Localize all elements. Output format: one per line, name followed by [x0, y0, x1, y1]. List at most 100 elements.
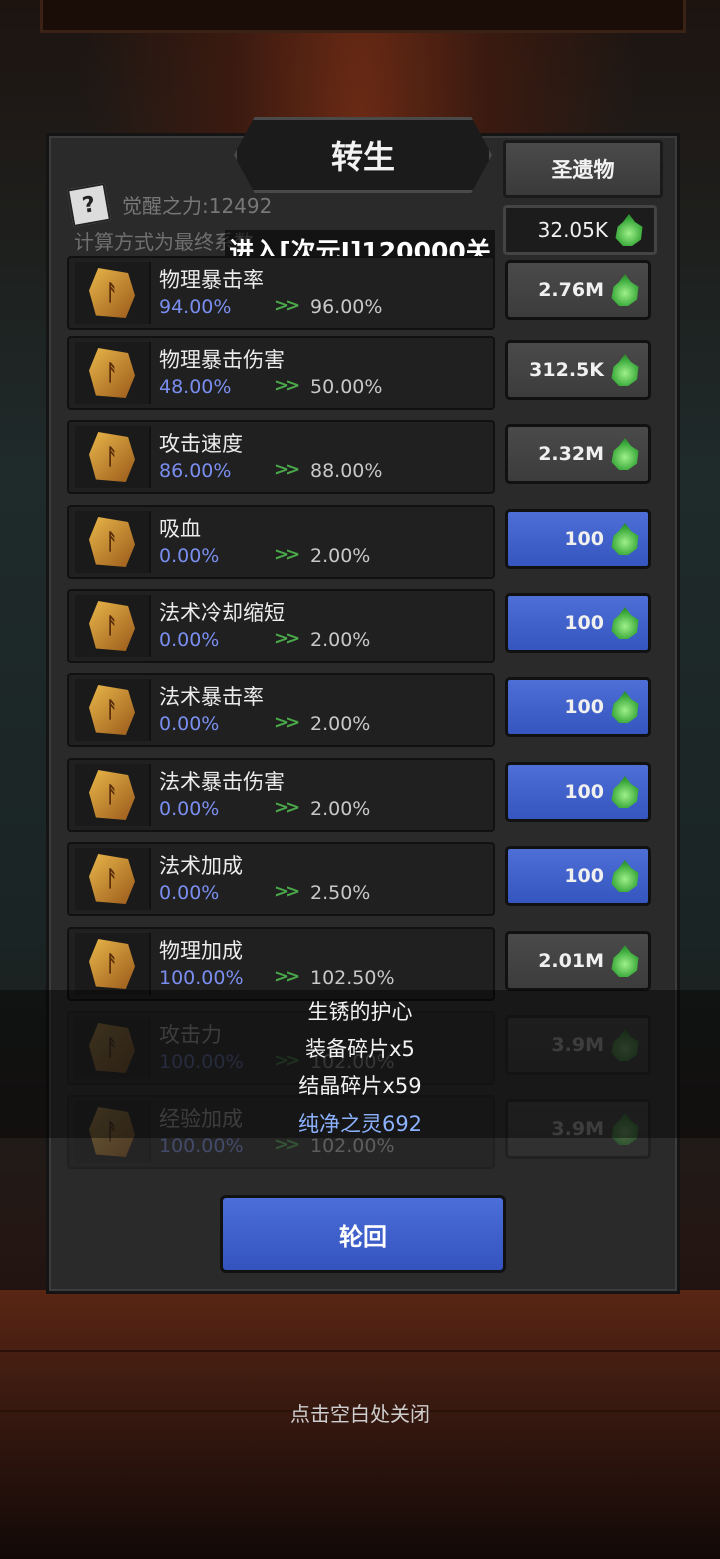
stat-name: 法术暴击率 — [159, 685, 264, 709]
stat-current-value: 94.00% — [159, 296, 232, 318]
stat-name: 物理暴击率 — [159, 268, 264, 292]
rune-icon: ᚨ — [75, 426, 151, 488]
stat-current-value: 86.00% — [159, 460, 232, 482]
rune-icon: ᚨ — [75, 511, 151, 573]
stat-name: 物理暴击伤害 — [159, 348, 285, 372]
soul-flame-icon — [611, 523, 639, 555]
reward-item-special: 纯净之灵692 — [297, 1112, 423, 1136]
relic-button[interactable]: 圣遗物 — [503, 140, 663, 198]
awaken-power: 觉醒之力:12492 — [122, 194, 273, 218]
stat-current-value: 100.00% — [159, 967, 244, 989]
double-arrow-icon: >> — [274, 797, 300, 818]
upgrade-cost: 100 — [564, 528, 604, 550]
soul-flame-icon — [611, 438, 639, 470]
stat-row: ᚨ 法术加成 0.00% >> 2.50% 100 — [67, 842, 657, 916]
stat-next-value: 88.00% — [310, 460, 383, 482]
stat-name: 物理加成 — [159, 939, 243, 963]
stat-row: ᚨ 物理暴击率 94.00% >> 96.00% 2.76M — [67, 256, 657, 330]
reward-item: 结晶碎片x59 — [298, 1074, 422, 1098]
stat-current-value: 0.00% — [159, 798, 220, 820]
stat-next-value: 2.00% — [310, 629, 371, 651]
stat-row-info: ᚨ 法术暴击伤害 0.00% >> 2.00% — [67, 758, 495, 832]
stat-row-info: ᚨ 法术冷却缩短 0.00% >> 2.00% — [67, 589, 495, 663]
upgrade-cost-button[interactable]: 100 — [505, 509, 651, 569]
double-arrow-icon: >> — [274, 375, 300, 396]
upgrade-cost-button[interactable]: 100 — [505, 762, 651, 822]
reward-item: 生锈的护心 — [307, 1000, 413, 1024]
page-title: 转生 — [330, 138, 395, 176]
stat-next-value: 2.00% — [310, 798, 371, 820]
upgrade-cost: 100 — [564, 865, 604, 887]
double-arrow-icon: >> — [274, 459, 300, 480]
stat-next-value: 2.50% — [310, 882, 371, 904]
stat-current-value: 0.00% — [159, 545, 220, 567]
soul-flame-icon — [611, 354, 639, 386]
upgrade-cost: 100 — [564, 781, 604, 803]
double-arrow-icon: >> — [274, 544, 300, 565]
double-arrow-icon: >> — [274, 295, 300, 316]
rune-icon: ᚨ — [75, 679, 151, 741]
stat-current-value: 48.00% — [159, 376, 232, 398]
double-arrow-icon: >> — [274, 966, 300, 987]
stat-row-info: ᚨ 吸血 0.00% >> 2.00% — [67, 505, 495, 579]
rune-icon: ᚨ — [75, 933, 151, 995]
soul-flame-icon — [611, 691, 639, 723]
title-banner: 转生 — [234, 117, 492, 193]
stat-current-value: 0.00% — [159, 882, 220, 904]
stat-row: ᚨ 法术暴击率 0.00% >> 2.00% 100 — [67, 673, 657, 747]
stat-next-value: 102.50% — [310, 967, 395, 989]
stat-row-info: ᚨ 攻击速度 86.00% >> 88.00% — [67, 420, 495, 494]
double-arrow-icon: >> — [274, 881, 300, 902]
stat-name: 攻击速度 — [159, 432, 243, 456]
stat-row: ᚨ 攻击速度 86.00% >> 88.00% 2.32M — [67, 420, 657, 494]
rune-icon: ᚨ — [75, 848, 151, 910]
soul-flame-icon — [611, 607, 639, 639]
upgrade-cost-button[interactable]: 312.5K — [505, 340, 651, 400]
soul-flame-icon — [611, 274, 639, 306]
stat-current-value: 100.00% — [159, 1135, 244, 1157]
upgrade-cost-button[interactable]: 2.01M — [505, 931, 651, 991]
upgrade-cost-button[interactable]: 2.76M — [505, 260, 651, 320]
double-arrow-icon: >> — [274, 628, 300, 649]
soul-flame-icon — [611, 945, 639, 977]
upgrade-cost: 2.32M — [538, 443, 604, 465]
upgrade-cost: 312.5K — [529, 359, 604, 381]
stat-next-value: 2.00% — [310, 545, 371, 567]
stat-current-value: 0.00% — [159, 629, 220, 651]
upgrade-cost: 100 — [564, 696, 604, 718]
close-hint[interactable]: 点击空白处关闭 — [0, 1398, 720, 1427]
stat-next-value: 50.00% — [310, 376, 383, 398]
rune-icon: ᚨ — [75, 764, 151, 826]
reward-item: 装备碎片x5 — [305, 1037, 415, 1061]
stat-row: ᚨ 吸血 0.00% >> 2.00% 100 — [67, 505, 657, 579]
rune-icon: ᚨ — [75, 262, 151, 324]
stat-row: ᚨ 物理暴击伤害 48.00% >> 50.00% 312.5K — [67, 336, 657, 410]
help-icon[interactable]: ? — [66, 182, 112, 228]
stat-next-value: 96.00% — [310, 296, 383, 318]
upgrade-cost: 2.76M — [538, 279, 604, 301]
rune-icon: ᚨ — [75, 342, 151, 404]
stat-next-value: 2.00% — [310, 713, 371, 735]
upgrade-cost-button[interactable]: 100 — [505, 593, 651, 653]
stat-row-info: ᚨ 法术加成 0.00% >> 2.50% — [67, 842, 495, 916]
upgrade-cost-button[interactable]: 100 — [505, 846, 651, 906]
stat-name: 法术冷却缩短 — [159, 601, 285, 625]
upgrade-cost-button[interactable]: 2.32M — [505, 424, 651, 484]
stat-row-info: ᚨ 物理暴击伤害 48.00% >> 50.00% — [67, 336, 495, 410]
soul-flame-icon — [611, 860, 639, 892]
reincarnate-button[interactable]: 轮回 — [220, 1195, 506, 1273]
stat-row: ᚨ 法术冷却缩短 0.00% >> 2.00% 100 — [67, 589, 657, 663]
stat-name: 法术加成 — [159, 854, 243, 878]
soul-flame-icon — [611, 776, 639, 808]
stat-name: 吸血 — [159, 517, 201, 541]
upgrade-cost-button[interactable]: 100 — [505, 677, 651, 737]
stat-next-value: 102.00% — [310, 1135, 395, 1157]
rune-icon: ᚨ — [75, 595, 151, 657]
stat-name: 法术暴击伤害 — [159, 770, 285, 794]
stat-row: ᚨ 法术暴击伤害 0.00% >> 2.00% 100 — [67, 758, 657, 832]
upgrade-cost: 100 — [564, 612, 604, 634]
double-arrow-icon: >> — [274, 712, 300, 733]
upgrade-cost: 2.01M — [538, 950, 604, 972]
stat-row-info: ᚨ 法术暴击率 0.00% >> 2.00% — [67, 673, 495, 747]
top-frame — [40, 0, 686, 33]
